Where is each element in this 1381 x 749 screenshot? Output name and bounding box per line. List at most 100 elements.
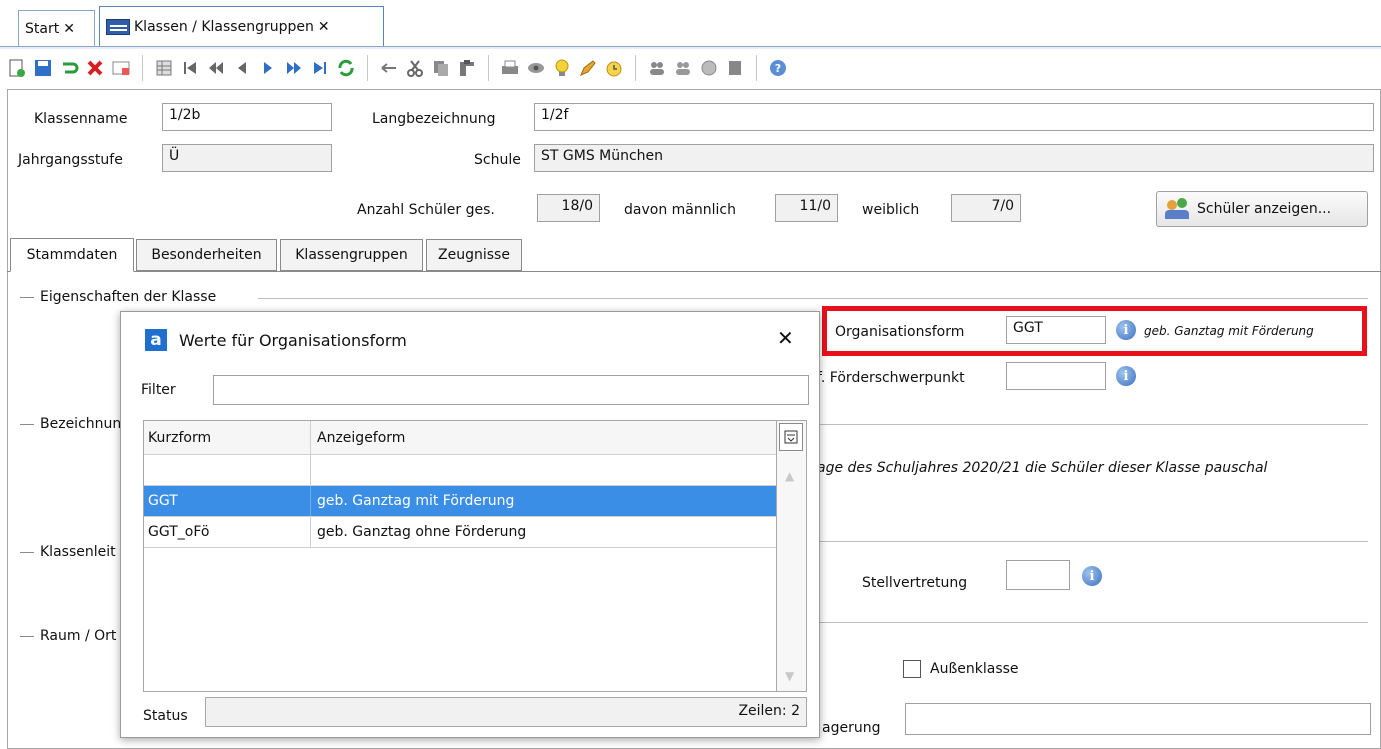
stellvertretung-input[interactable] (1006, 560, 1070, 590)
tab-start-label: Start (25, 20, 60, 37)
group-bezeichnung: Bezeichnun (20, 416, 121, 432)
next-record-icon[interactable] (257, 57, 279, 79)
pauschal-info-text: age des Schuljahres 2020/21 die Schüler … (817, 460, 1268, 476)
jahrgangsstufe-input[interactable]: Ü (162, 144, 332, 172)
table-row[interactable] (144, 455, 776, 486)
cut-icon[interactable] (404, 57, 426, 79)
cell-kurzform: GGT (144, 486, 311, 516)
weiblich-label: weiblich (862, 202, 920, 218)
group-bezeichnung-title: Bezeichnun (40, 416, 122, 432)
status-bar: Zeilen: 2 (205, 697, 807, 727)
info-icon[interactable]: i (1082, 566, 1102, 586)
table-edit-icon[interactable] (110, 57, 132, 79)
students-icon (1165, 198, 1191, 220)
toolbar-separator (756, 55, 757, 81)
tab-besonderheiten[interactable]: Besonderheiten (136, 239, 277, 271)
toolbar-separator (635, 55, 636, 81)
help-icon[interactable]: ? (767, 57, 789, 79)
auslagerung-input[interactable] (905, 703, 1371, 735)
tab-start[interactable]: Start ✕ (18, 10, 95, 46)
column-header-anzeigeform[interactable]: Anzeigeform (311, 421, 776, 454)
cell-kurzform: GGT_oFö (144, 517, 311, 547)
grid-scrollbar[interactable]: ▲ ▼ (777, 420, 807, 692)
organisationsform-label: Organisationsform (835, 324, 965, 340)
toolbar-separator (142, 55, 143, 81)
filter-label: Filter (141, 382, 176, 398)
info-icon[interactable]: i (1116, 320, 1136, 340)
next-page-icon[interactable] (283, 57, 305, 79)
column-chooser-icon[interactable] (779, 423, 803, 451)
save-icon[interactable] (32, 57, 54, 79)
new-record-icon[interactable] (6, 57, 28, 79)
maennlich-label: davon männlich (624, 202, 736, 218)
users-icon[interactable] (646, 57, 668, 79)
column-header-kurzform[interactable]: Kurzform (144, 421, 311, 454)
delete-icon[interactable] (84, 57, 106, 79)
refresh-icon[interactable] (335, 57, 357, 79)
scroll-up-icon[interactable]: ▲ (785, 469, 794, 483)
foerderschwerpunkt-label: f. Förderschwerpunkt (817, 370, 965, 386)
numbered-circle-icon[interactable] (698, 57, 720, 79)
auslagerung-label: agerung (822, 720, 881, 736)
back-arrow-icon[interactable] (378, 57, 400, 79)
grid-view-icon[interactable] (153, 57, 175, 79)
previous-page-icon[interactable] (205, 57, 227, 79)
group-klassenleitung: Klassenleit (20, 544, 116, 560)
tab-zeugnisse[interactable]: Zeugnisse (426, 239, 522, 271)
grid-window-icon (106, 18, 130, 35)
tab-stammdaten[interactable]: Stammdaten (10, 238, 134, 272)
schule-label: Schule (474, 152, 521, 168)
copy-icon[interactable] (430, 57, 452, 79)
first-record-icon[interactable] (179, 57, 201, 79)
klassenname-input[interactable]: 1/2b (162, 103, 332, 131)
foerderschwerpunkt-input[interactable] (1006, 362, 1106, 390)
grid-header: Kurzform Anzeigeform (144, 421, 776, 455)
document-icon[interactable] (724, 57, 746, 79)
anzahl-schueler-label: Anzahl Schüler ges. (357, 202, 495, 218)
preview-eye-icon[interactable] (525, 57, 547, 79)
group-raum: Raum / Ort (20, 628, 116, 644)
anzahl-schueler-value: 18/0 (537, 194, 600, 222)
organisationsform-input[interactable]: GGT (1006, 316, 1106, 344)
status-label: Status (143, 708, 188, 724)
scroll-down-icon[interactable]: ▼ (785, 669, 794, 683)
schueler-anzeigen-button[interactable]: Schüler anzeigen... (1156, 191, 1368, 227)
langbezeichnung-input[interactable]: 1/2f (534, 103, 1374, 131)
print-icon[interactable] (499, 57, 521, 79)
aussenklasse-label: Außenklasse (930, 661, 1019, 677)
previous-record-icon[interactable] (231, 57, 253, 79)
alarm-clock-icon[interactable] (603, 57, 625, 79)
last-record-icon[interactable] (309, 57, 331, 79)
schule-input[interactable]: ST GMS München (534, 144, 1374, 172)
tab-klassengruppen[interactable]: Klassengruppen (280, 239, 423, 271)
tab-strip-divider (0, 46, 1381, 49)
close-icon[interactable]: ✕ (63, 21, 75, 37)
group-raum-line (820, 622, 1368, 623)
group-bezeichnung-line (820, 424, 1368, 425)
pencil-icon[interactable] (577, 57, 599, 79)
group-klassenleitung-title: Klassenleit (40, 544, 116, 560)
dialog-close-icon[interactable]: ✕ (777, 326, 794, 350)
cell-anzeigeform (311, 455, 776, 485)
values-grid: Kurzform Anzeigeform GGT geb. Ganztag mi… (143, 420, 777, 692)
close-icon[interactable]: ✕ (318, 19, 330, 35)
table-row[interactable]: GGT_oFö geb. Ganztag ohne Förderung (144, 517, 776, 548)
info-icon[interactable]: i (1116, 366, 1136, 386)
lightbulb-icon[interactable] (551, 57, 573, 79)
organisationsform-description: geb. Ganztag mit Förderung (1144, 324, 1314, 338)
tab-klassen[interactable]: Klassen / Klassengruppen ✕ (99, 6, 384, 46)
cell-kurzform (144, 455, 311, 485)
row-count: Zeilen: 2 (738, 703, 800, 719)
group-eigenschaften: Eigenschaften der Klasse (20, 289, 216, 305)
stellvertretung-label: Stellvertretung (862, 575, 968, 591)
filter-input[interactable] (213, 375, 809, 405)
paste-icon[interactable] (456, 57, 478, 79)
table-row-selected[interactable]: GGT geb. Ganztag mit Förderung (144, 486, 776, 517)
toolbar-separator (367, 55, 368, 81)
svg-text:?: ? (775, 62, 781, 75)
users-group-icon[interactable] (672, 57, 694, 79)
aussenklasse-checkbox[interactable] (903, 660, 921, 678)
undo-icon[interactable] (58, 57, 80, 79)
group-eigenschaften-title: Eigenschaften der Klasse (40, 289, 217, 305)
dialog-title: Werte für Organisationsform (179, 331, 407, 350)
